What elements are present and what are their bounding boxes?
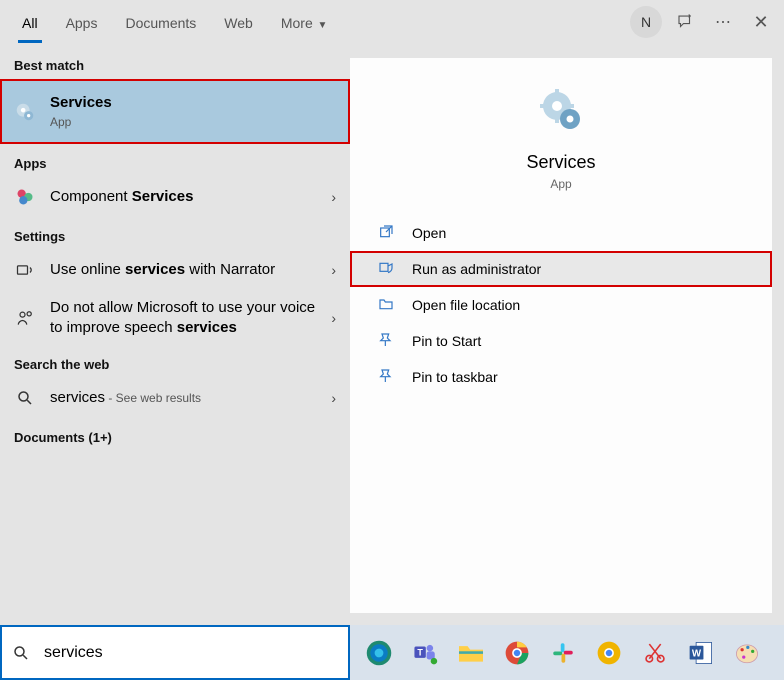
taskbar-explorer-icon[interactable] (450, 632, 492, 674)
feedback-icon[interactable] (670, 7, 700, 37)
preview-app-icon (537, 86, 585, 134)
window-actions: N ⋯ ✕ (630, 6, 776, 38)
taskbar-slack-icon[interactable] (542, 632, 584, 674)
action-open[interactable]: Open (350, 215, 772, 251)
folder-icon (378, 296, 396, 314)
action-open-label: Open (412, 225, 446, 241)
search-results-window: All Apps Documents Web More ▼ N ⋯ ✕ Best… (0, 0, 784, 625)
chevron-down-icon: ▼ (315, 20, 328, 31)
result-web-text: services - See web results (50, 388, 323, 408)
tab-web[interactable]: Web (210, 3, 267, 43)
preview-title: Services (526, 152, 595, 173)
svg-text:W: W (692, 648, 702, 659)
result-component-services[interactable]: Component Services › (0, 177, 350, 217)
preview-sub: App (550, 177, 571, 191)
action-pin-start-label: Pin to Start (412, 333, 481, 349)
action-pin-taskbar[interactable]: Pin to taskbar (350, 359, 772, 395)
open-icon (378, 224, 396, 242)
action-run-admin-label: Run as administrator (412, 261, 541, 277)
user-avatar[interactable]: N (630, 6, 662, 38)
speech-icon (14, 307, 36, 329)
best-match-result[interactable]: Services App (0, 79, 350, 144)
taskbar: T W (350, 625, 784, 680)
result-speech-services[interactable]: Do not allow Microsoft to use your voice… (0, 290, 350, 345)
svg-text:T: T (417, 647, 423, 657)
section-apps: Apps (0, 144, 350, 177)
best-match-title: Services (50, 94, 112, 111)
action-pin-taskbar-label: Pin to taskbar (412, 369, 498, 385)
section-settings: Settings (0, 217, 350, 250)
result-web-services[interactable]: services - See web results › (0, 378, 350, 418)
more-options-icon[interactable]: ⋯ (708, 7, 738, 37)
chevron-right-icon: › (331, 189, 336, 205)
preview-hero: Services App (350, 58, 772, 215)
best-match-text: Services App (50, 93, 336, 130)
result-speech-text: Do not allow Microsoft to use your voice… (50, 298, 323, 337)
admin-shield-icon (378, 260, 396, 278)
chevron-right-icon: › (331, 262, 336, 278)
preview-actions: Open Run as administrator Open file loca… (350, 215, 772, 395)
preview-pane: Services App Open Run as administrator O… (350, 58, 772, 613)
search-input[interactable] (38, 635, 338, 671)
component-services-icon (14, 186, 36, 208)
taskbar-paint-icon[interactable] (726, 632, 768, 674)
section-search-web: Search the web (0, 345, 350, 378)
best-match-sub: App (50, 115, 336, 131)
results-list: Best match Services App Apps Component S… (0, 46, 350, 625)
bottom-bar: T W (0, 625, 784, 680)
result-component-services-text: Component Services (50, 187, 323, 207)
pin-icon (378, 332, 396, 350)
chevron-right-icon: › (331, 390, 336, 406)
chevron-right-icon: › (331, 310, 336, 326)
tab-more-label: More (281, 15, 313, 31)
services-gear-icon (14, 101, 36, 123)
search-box[interactable] (0, 625, 350, 680)
action-open-location[interactable]: Open file location (350, 287, 772, 323)
action-run-admin[interactable]: Run as administrator (350, 251, 772, 287)
search-icon (14, 387, 36, 409)
search-scope-tabs: All Apps Documents Web More ▼ N ⋯ ✕ (0, 0, 784, 46)
taskbar-chrome-canary-icon[interactable] (588, 632, 630, 674)
tab-more[interactable]: More ▼ (267, 3, 342, 43)
pin-icon (378, 368, 396, 386)
tab-all[interactable]: All (8, 3, 52, 43)
result-narrator-services[interactable]: Use online services with Narrator › (0, 250, 350, 290)
action-open-location-label: Open file location (412, 297, 520, 313)
search-icon (12, 644, 30, 662)
taskbar-chrome-icon[interactable] (496, 632, 538, 674)
taskbar-teams-icon[interactable]: T (404, 632, 446, 674)
action-pin-start[interactable]: Pin to Start (350, 323, 772, 359)
close-icon[interactable]: ✕ (746, 7, 776, 37)
narrator-icon (14, 259, 36, 281)
taskbar-word-icon[interactable]: W (680, 632, 722, 674)
tab-apps[interactable]: Apps (52, 3, 112, 43)
taskbar-snip-icon[interactable] (634, 632, 676, 674)
results-content: Best match Services App Apps Component S… (0, 46, 784, 625)
section-documents: Documents (1+) (0, 418, 350, 451)
taskbar-edge-icon[interactable] (358, 632, 400, 674)
result-narrator-text: Use online services with Narrator (50, 260, 323, 280)
section-best-match: Best match (0, 46, 350, 79)
tab-documents[interactable]: Documents (111, 3, 210, 43)
